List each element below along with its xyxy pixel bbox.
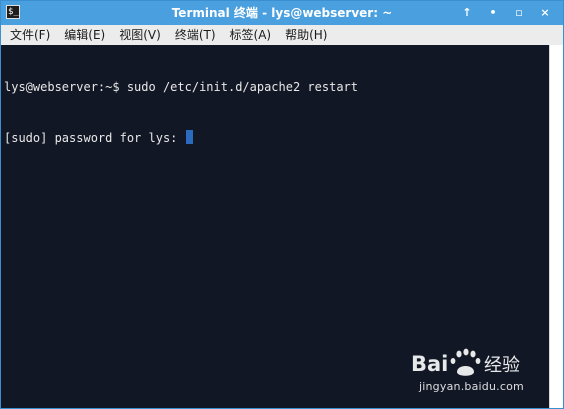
menu-tabs[interactable]: 标签(A): [223, 25, 279, 45]
close-icon[interactable]: ×: [537, 5, 553, 21]
terminal-app-icon[interactable]: $_: [6, 5, 20, 19]
terminal-line-command: lys@webserver:~$ sudo /etc/init.d/apache…: [4, 80, 359, 94]
baidu-paw-logo-icon: Bai 经验: [411, 348, 520, 376]
text-cursor: [185, 130, 193, 144]
menu-help[interactable]: 帮助(H): [278, 25, 334, 45]
terminal-line-prompt: [sudo] password for lys:: [4, 130, 549, 147]
minimize-icon[interactable]: •: [485, 5, 501, 21]
window-controls: ↑ • ▫ ×: [459, 1, 553, 25]
sudo-password-prompt: [sudo] password for lys:: [4, 131, 185, 145]
menu-view[interactable]: 视图(V): [112, 25, 168, 45]
svg-text:经验: 经验: [484, 355, 520, 376]
menu-edit[interactable]: 编辑(E): [57, 25, 112, 45]
menu-terminal[interactable]: 终端(T): [168, 25, 223, 45]
svg-text:Bai: Bai: [411, 352, 448, 376]
baidu-jingyan-watermark: Bai 经验 jingyan.baidu.com: [409, 344, 539, 400]
title-bar[interactable]: $_ Terminal 终端 - lys@webserver: ~ ↑ • ▫ …: [1, 1, 563, 25]
watermark-url: jingyan.baidu.com: [419, 380, 524, 393]
terminal-window: $_ Terminal 终端 - lys@webserver: ~ ↑ • ▫ …: [0, 0, 564, 409]
menu-bar: 文件(F) 编辑(E) 视图(V) 终端(T) 标签(A) 帮助(H): [1, 25, 563, 45]
vertical-scrollbar[interactable]: [549, 45, 563, 408]
menu-file[interactable]: 文件(F): [3, 25, 57, 45]
pin-up-arrow-icon[interactable]: ↑: [459, 5, 475, 21]
maximize-icon[interactable]: ▫: [511, 5, 527, 21]
window-title: Terminal 终端 - lys@webserver: ~: [171, 6, 393, 20]
